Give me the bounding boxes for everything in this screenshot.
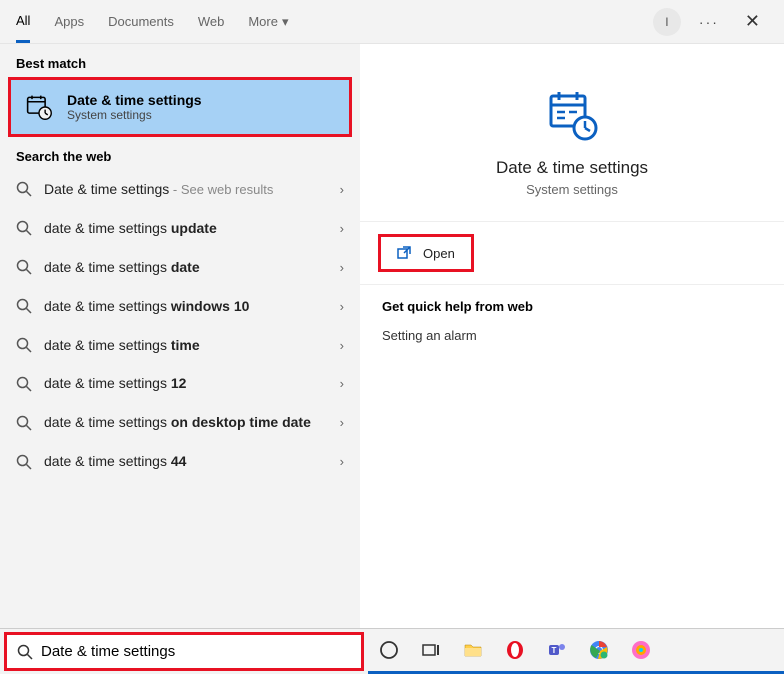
web-result-item[interactable]: date & time settings on desktop time dat… bbox=[0, 403, 360, 442]
search-icon bbox=[16, 298, 32, 314]
web-result-text: date & time settings 44 bbox=[44, 452, 328, 471]
paint3d-icon[interactable] bbox=[630, 639, 652, 661]
file-explorer-icon[interactable] bbox=[462, 639, 484, 661]
tab-web[interactable]: Web bbox=[198, 2, 225, 41]
search-icon bbox=[16, 415, 32, 431]
help-link[interactable]: Setting an alarm bbox=[360, 322, 784, 349]
tab-all[interactable]: All bbox=[16, 1, 30, 43]
best-match-title: Date & time settings bbox=[67, 92, 202, 108]
preview-panel: Date & time settings System settings Ope… bbox=[360, 44, 784, 628]
search-icon bbox=[16, 220, 32, 236]
cortana-icon[interactable] bbox=[378, 639, 400, 661]
web-result-text: date & time settings update bbox=[44, 219, 328, 238]
chrome-icon[interactable] bbox=[588, 639, 610, 661]
best-match-label: Best match bbox=[0, 44, 360, 77]
chevron-down-icon: ▾ bbox=[282, 14, 289, 30]
web-result-text: date & time settings windows 10 bbox=[44, 297, 328, 316]
preview-subtitle: System settings bbox=[526, 182, 618, 197]
task-view-icon[interactable] bbox=[420, 639, 442, 661]
open-label: Open bbox=[423, 246, 455, 261]
chevron-right-icon[interactable]: › bbox=[340, 415, 344, 430]
preview-title: Date & time settings bbox=[496, 158, 648, 178]
web-result-item[interactable]: date & time settings windows 10 › bbox=[0, 287, 360, 326]
best-match-subtitle: System settings bbox=[67, 108, 202, 122]
search-icon bbox=[16, 259, 32, 275]
search-box[interactable] bbox=[4, 632, 364, 671]
chevron-right-icon[interactable]: › bbox=[340, 221, 344, 236]
open-icon bbox=[397, 245, 413, 261]
web-result-item[interactable]: Date & time settings - See web results › bbox=[0, 170, 360, 209]
best-match-result[interactable]: Date & time settings System settings bbox=[8, 77, 352, 137]
header-bar: All Apps Documents Web More ▾ I ··· ✕ bbox=[0, 0, 784, 44]
chevron-right-icon[interactable]: › bbox=[340, 260, 344, 275]
tab-more-label: More bbox=[248, 14, 278, 29]
open-button[interactable]: Open bbox=[378, 234, 474, 272]
search-web-label: Search the web bbox=[0, 137, 360, 170]
search-icon bbox=[16, 376, 32, 392]
quick-help-label: Get quick help from web bbox=[360, 285, 784, 322]
web-result-text: date & time settings 12 bbox=[44, 374, 328, 393]
user-avatar[interactable]: I bbox=[653, 8, 681, 36]
filter-tabs: All Apps Documents Web More ▾ bbox=[16, 1, 289, 43]
web-result-text: Date & time settings - See web results bbox=[44, 180, 328, 199]
search-icon bbox=[16, 337, 32, 353]
chevron-right-icon[interactable]: › bbox=[340, 454, 344, 469]
results-panel: Best match Date & time settings System s… bbox=[0, 44, 360, 628]
web-result-item[interactable]: date & time settings 44 › bbox=[0, 442, 360, 481]
web-result-text: date & time settings time bbox=[44, 336, 328, 355]
search-icon bbox=[16, 454, 32, 470]
teams-icon[interactable]: T bbox=[546, 639, 568, 661]
search-icon bbox=[16, 181, 32, 197]
close-button[interactable]: ✕ bbox=[737, 7, 768, 36]
more-options-icon[interactable]: ··· bbox=[699, 14, 719, 30]
web-result-text: date & time settings on desktop time dat… bbox=[44, 413, 328, 432]
calendar-clock-icon bbox=[545, 88, 599, 142]
web-result-item[interactable]: date & time settings update › bbox=[0, 209, 360, 248]
web-result-item[interactable]: date & time settings 12 › bbox=[0, 364, 360, 403]
tab-more[interactable]: More ▾ bbox=[248, 2, 288, 42]
chevron-right-icon[interactable]: › bbox=[340, 182, 344, 197]
calendar-clock-icon bbox=[25, 93, 53, 121]
web-results-list: Date & time settings - See web results ›… bbox=[0, 170, 360, 481]
tab-apps[interactable]: Apps bbox=[54, 2, 84, 41]
opera-icon[interactable] bbox=[504, 639, 526, 661]
web-result-item[interactable]: date & time settings time › bbox=[0, 326, 360, 365]
chevron-right-icon[interactable]: › bbox=[340, 299, 344, 314]
search-input[interactable] bbox=[41, 643, 351, 660]
chevron-right-icon[interactable]: › bbox=[340, 376, 344, 391]
svg-text:T: T bbox=[552, 646, 557, 655]
search-icon bbox=[17, 644, 33, 660]
chevron-right-icon[interactable]: › bbox=[340, 338, 344, 353]
web-result-item[interactable]: date & time settings date › bbox=[0, 248, 360, 287]
web-result-text: date & time settings date bbox=[44, 258, 328, 277]
bottom-bar: T bbox=[0, 628, 784, 674]
tab-documents[interactable]: Documents bbox=[108, 2, 174, 41]
taskbar: T bbox=[368, 629, 784, 674]
